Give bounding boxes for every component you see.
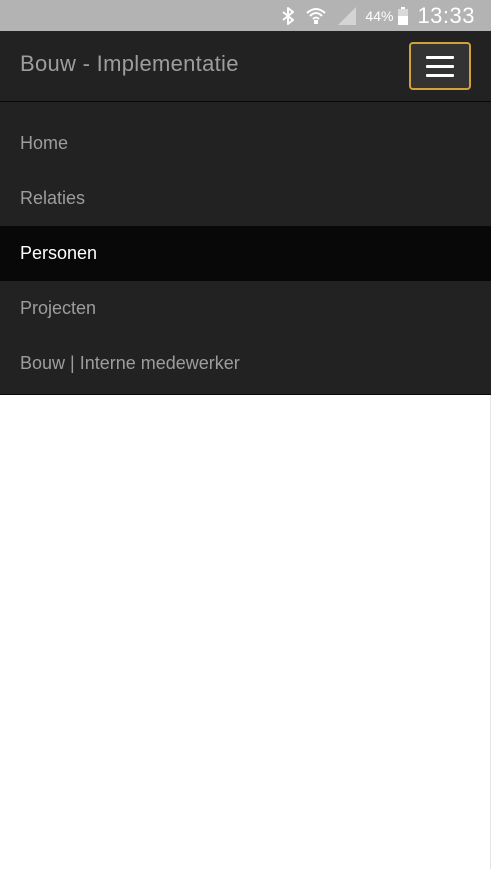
page-content	[0, 395, 491, 869]
clock: 13:33	[417, 2, 475, 28]
hamburger-menu-icon	[426, 73, 454, 77]
nav-menu: Home Relaties Personen Projecten Bouw | …	[0, 102, 491, 391]
menu-toggle-button[interactable]	[409, 42, 471, 90]
nav-item-relaties[interactable]: Relaties	[0, 171, 491, 226]
battery-percent: 44%	[365, 7, 394, 24]
navbar-header: Bouw - Implementatie	[0, 31, 491, 102]
hamburger-menu-icon	[426, 64, 454, 68]
wifi-icon	[305, 6, 327, 26]
signal-icon	[337, 6, 357, 26]
hamburger-menu-icon	[426, 55, 454, 59]
nav-item-interne-medewerker[interactable]: Bouw | Interne medewerker	[0, 336, 491, 391]
nav-item-home[interactable]: Home	[0, 116, 491, 171]
bluetooth-icon	[281, 6, 295, 26]
brand-title[interactable]: Bouw - Implementatie	[20, 51, 239, 77]
status-bar: 44% 13:33	[0, 0, 491, 31]
battery-icon	[397, 6, 409, 26]
navbar: Bouw - Implementatie Home Relaties Perso…	[0, 31, 491, 395]
nav-item-personen[interactable]: Personen	[0, 226, 491, 281]
nav-item-projecten[interactable]: Projecten	[0, 281, 491, 336]
